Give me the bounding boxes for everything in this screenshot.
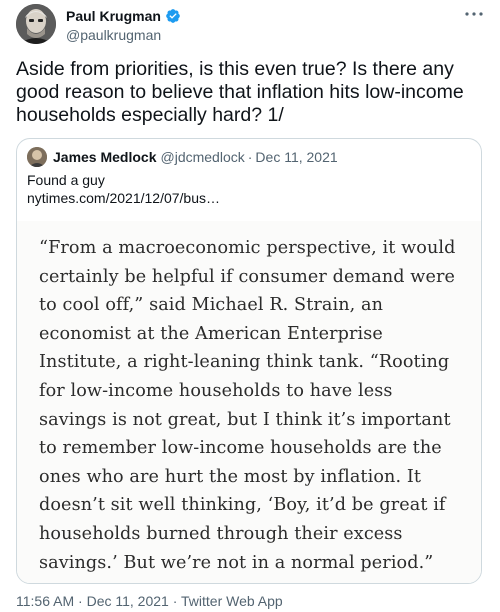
tweet-time[interactable]: 11:56 AM: [16, 593, 74, 609]
author-handle[interactable]: @paulkrugman: [66, 27, 181, 43]
excerpt-line: Institute, a right-leaning think tank. “…: [39, 352, 450, 373]
excerpt-line: ones who are hurt the most by inflation.…: [39, 466, 422, 487]
separator-dot: ·: [172, 593, 178, 609]
quoted-author-handle: @jdcmedlock: [160, 149, 245, 165]
separator-dot: ·: [78, 593, 83, 609]
excerpt-line: to remember low-income households are th…: [39, 438, 442, 459]
tweet-metadata: 11:56 AM · Dec 11, 2021 · Twitter Web Ap…: [16, 593, 283, 609]
verified-badge-icon: [165, 8, 181, 24]
excerpt-line: savings.’ But we’re not in a normal peri…: [39, 552, 434, 573]
tweet-text: Aside from priorities, is this even true…: [16, 58, 464, 126]
excerpt-line: savings is not great, but I think it’s i…: [39, 409, 451, 430]
quoted-text-line: Found a guy: [27, 172, 105, 188]
tweet-date[interactable]: Dec 11, 2021: [87, 593, 169, 609]
article-excerpt: “From a macroeconomic perspective, it wo…: [39, 234, 469, 577]
excerpt-line: doesn’t sit well thinking, ‘Boy, it’d be…: [39, 495, 446, 516]
author-info: Paul Krugman @paulkrugman: [66, 6, 181, 43]
quoted-tweet-header: James Medlock @jdcmedlock · Dec 11, 2021: [27, 147, 338, 167]
author-name[interactable]: Paul Krugman: [66, 8, 161, 24]
author-avatar[interactable]: [16, 4, 56, 44]
tweet: Paul Krugman @paulkrugman Aside from pri…: [0, 0, 500, 612]
excerpt-line: certainly be helpful if consumer demand …: [39, 266, 456, 287]
quoted-tweet-date: Dec 11, 2021: [255, 149, 338, 165]
more-options-icon[interactable]: [462, 4, 486, 24]
quoted-tweet[interactable]: James Medlock @jdcmedlock · Dec 11, 2021…: [16, 138, 482, 584]
excerpt-line: to cool off,” said Michael R. Strain, an: [39, 295, 384, 316]
excerpt-line: households burned through their excess: [39, 523, 403, 544]
quoted-author-avatar: [27, 147, 47, 167]
quoted-link: nytimes.com/2021/12/07/bus…: [27, 190, 220, 206]
quoted-article-image[interactable]: “From a macroeconomic perspective, it wo…: [17, 221, 481, 583]
quoted-tweet-text: Found a guy nytimes.com/2021/12/07/bus…: [27, 171, 220, 207]
excerpt-line: for low-income households to have less: [39, 380, 393, 401]
tweet-source[interactable]: Twitter Web App: [181, 593, 283, 609]
separator-dot: ·: [247, 149, 253, 165]
excerpt-line: “From a macroeconomic perspective, it wo…: [39, 238, 456, 258]
quoted-author-name: James Medlock: [53, 149, 157, 165]
excerpt-line: economist at the American Enterprise: [39, 323, 383, 344]
